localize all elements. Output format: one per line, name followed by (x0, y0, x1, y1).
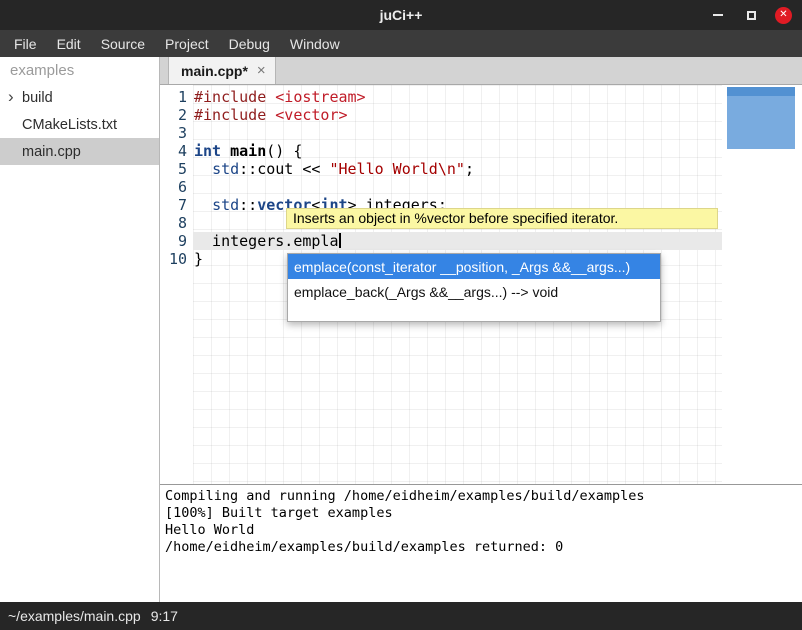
line-number: 5 (160, 160, 187, 178)
terminal-line: Compiling and running /home/eidheim/exam… (165, 488, 802, 505)
line-number: 2 (160, 106, 187, 124)
terminal-line: Hello World (165, 522, 802, 539)
terminal-line: [100%] Built target examples (165, 505, 802, 522)
statusbar: ~/examples/main.cpp 9:17 (0, 602, 802, 630)
minimize-button[interactable] (709, 6, 727, 24)
window-title: juCi++ (380, 7, 423, 23)
code-lines: 1#include <iostream>2#include <vector>34… (160, 88, 802, 268)
menu-item-project[interactable]: Project (155, 30, 219, 57)
code-line: 9 integers.empla (160, 232, 802, 250)
tab-main-cpp[interactable]: main.cpp* × (168, 57, 276, 84)
menu-item-window[interactable]: Window (280, 30, 350, 57)
sidebar-item-cmakelists-txt[interactable]: CMakeLists.txt (0, 111, 159, 138)
code-line: 6 (160, 178, 802, 196)
tab-label: main.cpp* (181, 63, 248, 79)
code-text: int main() { (187, 142, 302, 160)
code-text: integers.empla (187, 232, 341, 250)
menubar: FileEditSourceProjectDebugWindow (0, 30, 802, 57)
file-tree-sidebar: examples › build CMakeLists.txt main.cpp (0, 57, 160, 602)
code-text: std::cout << "Hello World\n"; (187, 160, 474, 178)
code-text: #include <vector> (187, 106, 348, 124)
line-number: 10 (160, 250, 187, 268)
line-number: 4 (160, 142, 187, 160)
sidebar-item-label: CMakeLists.txt (22, 117, 117, 133)
sidebar-items: › build CMakeLists.txt main.cpp (0, 84, 159, 165)
sidebar-item-main-cpp[interactable]: main.cpp (0, 138, 159, 165)
tabbar: main.cpp* × (160, 57, 802, 85)
maximize-icon (747, 11, 756, 20)
autocomplete-popup: emplace(const_iterator __position, _Args… (287, 253, 661, 322)
code-line: 1#include <iostream> (160, 88, 802, 106)
code-text (187, 214, 194, 232)
code-line: 3 (160, 124, 802, 142)
scrollbar-overview[interactable] (727, 87, 795, 149)
scrollbar-overview-top (727, 87, 795, 96)
titlebar: juCi++ ✕ (0, 0, 802, 30)
code-text (187, 124, 194, 142)
sidebar-item-build[interactable]: › build (0, 84, 159, 111)
line-number: 8 (160, 214, 187, 232)
menu-item-edit[interactable]: Edit (47, 30, 91, 57)
completion-item[interactable]: emplace_back(_Args &&__args...) --> void (288, 279, 660, 304)
close-icon: ✕ (779, 10, 787, 20)
line-number: 7 (160, 196, 187, 214)
menu-item-file[interactable]: File (4, 30, 47, 57)
minimize-icon (713, 14, 723, 16)
terminal-panel: Compiling and running /home/eidheim/exam… (160, 484, 802, 602)
code-line: 4int main() { (160, 142, 802, 160)
text-cursor (339, 233, 341, 248)
statusbar-file-path: ~/examples/main.cpp (8, 608, 141, 624)
tab-close-icon[interactable]: × (257, 62, 266, 79)
sidebar-item-label: main.cpp (22, 144, 81, 160)
doc-tooltip: Inserts an object in %vector before spec… (286, 208, 718, 229)
menu-item-source[interactable]: Source (91, 30, 155, 57)
terminal-line: /home/eidheim/examples/build/examples re… (165, 539, 802, 556)
sidebar-header: examples (0, 57, 159, 84)
code-line: 5 std::cout << "Hello World\n"; (160, 160, 802, 178)
maximize-button[interactable] (742, 6, 760, 24)
menu-item-debug[interactable]: Debug (219, 30, 280, 57)
close-button[interactable]: ✕ (775, 7, 792, 24)
app-window: juCi++ ✕ FileEditSourceProjectDebugWindo… (0, 0, 802, 630)
statusbar-cursor-position: 9:17 (151, 608, 178, 624)
code-text: #include <iostream> (187, 88, 366, 106)
chevron-right-icon[interactable]: › (8, 86, 14, 106)
line-number: 3 (160, 124, 187, 142)
line-number: 1 (160, 88, 187, 106)
line-number: 6 (160, 178, 187, 196)
code-text: } (187, 250, 203, 268)
code-text (187, 178, 194, 196)
sidebar-item-label: build (22, 90, 53, 106)
completion-item[interactable]: emplace(const_iterator __position, _Args… (288, 254, 660, 279)
line-number: 9 (160, 232, 187, 250)
code-editor[interactable]: 1#include <iostream>2#include <vector>34… (160, 85, 802, 484)
window-controls: ✕ (709, 0, 792, 30)
code-line: 2#include <vector> (160, 106, 802, 124)
